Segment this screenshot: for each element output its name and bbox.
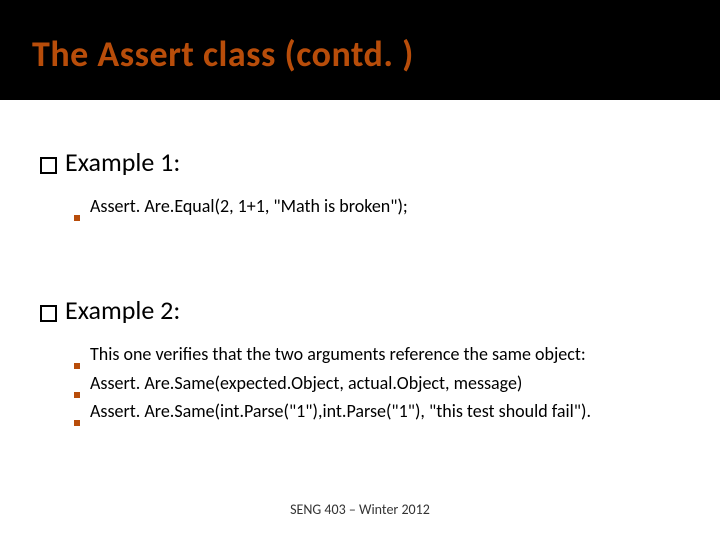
bullet-icon xyxy=(74,215,80,221)
list-item: Assert. Are.Equal(2, 1+1, "Math is broke… xyxy=(40,194,680,218)
item-text: This one verifies that the two arguments… xyxy=(90,342,586,366)
spacer xyxy=(40,222,680,284)
heading-text: Example 1: xyxy=(65,146,180,178)
bullet-icon xyxy=(74,420,80,426)
list-item: Assert. Are.Same(expected.Object, actual… xyxy=(40,371,680,395)
item-text: Assert. Are.Same(int.Parse("1"),int.Pars… xyxy=(90,399,591,423)
heading-text: Example 2: xyxy=(65,294,180,326)
title-band: The Assert class (contd. ) xyxy=(0,32,720,76)
slide-footer: SENG 403 – Winter 2012 xyxy=(0,501,720,518)
bullet-icon xyxy=(74,363,80,369)
bullet-icon xyxy=(74,392,80,398)
item-text: Assert. Are.Equal(2, 1+1, "Math is broke… xyxy=(90,194,408,218)
list-item: This one verifies that the two arguments… xyxy=(40,342,680,366)
example2-heading: Example 2: xyxy=(40,294,680,326)
example1-heading: Example 1: xyxy=(40,146,680,178)
item-text: Assert. Are.Same(expected.Object, actual… xyxy=(90,371,522,395)
slide: The Assert class (contd. ) Example 1: As… xyxy=(0,0,720,540)
slide-title: The Assert class (contd. ) xyxy=(32,32,720,76)
square-bullet-icon xyxy=(40,305,57,322)
list-item: Assert. Are.Same(int.Parse("1"),int.Pars… xyxy=(40,399,680,423)
square-bullet-icon xyxy=(40,157,57,174)
slide-body: Example 1: Assert. Are.Equal(2, 1+1, "Ma… xyxy=(0,100,720,540)
